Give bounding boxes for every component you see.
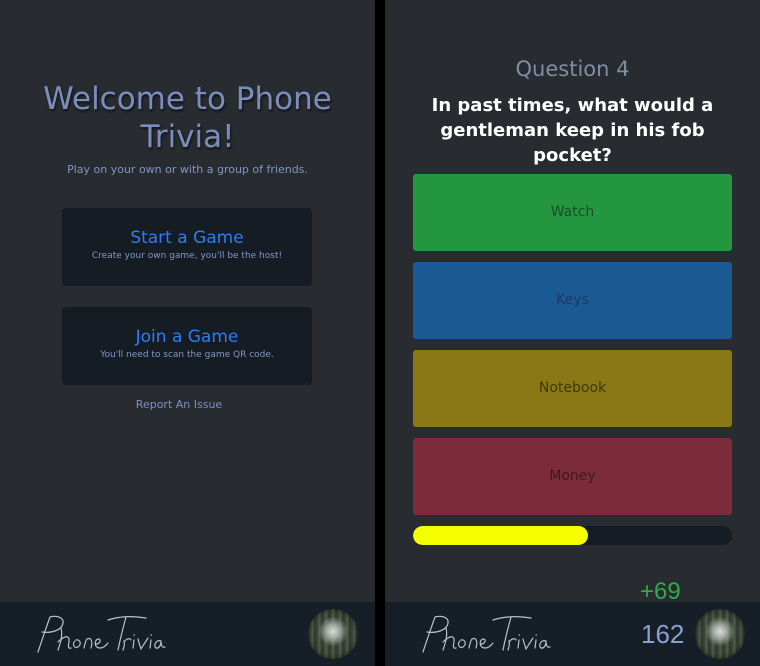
phone-trivia-logo <box>37 615 166 653</box>
footer-bar <box>0 602 375 666</box>
start-game-button[interactable]: Start a Game Create your own game, you'l… <box>62 208 312 286</box>
join-game-label: Join a Game <box>135 327 239 347</box>
page-subtitle: Play on your own or with a group of frie… <box>67 163 308 176</box>
report-issue-link[interactable]: Report An Issue <box>0 398 358 411</box>
score-total: 162 <box>641 619 685 649</box>
forest-avatar-icon[interactable] <box>308 609 358 659</box>
join-game-button[interactable]: Join a Game You'll need to scan the game… <box>62 307 312 385</box>
forest-avatar-icon[interactable] <box>695 609 745 659</box>
start-game-label: Start a Game <box>130 228 244 248</box>
question-screen: Question 4 In past times, what would a g… <box>385 0 760 666</box>
phone-trivia-logo <box>422 615 551 653</box>
join-game-description: You'll need to scan the game QR code. <box>100 350 274 360</box>
answer-button-notebook[interactable]: Notebook <box>413 350 732 427</box>
question-number: Question 4 <box>515 57 630 81</box>
answer-button-money[interactable]: Money <box>413 438 732 515</box>
answer-button-keys[interactable]: Keys <box>413 262 732 339</box>
footer-bar: 162 <box>385 602 760 666</box>
home-screen: Welcome to Phone Trivia! Play on your ow… <box>0 0 375 666</box>
page-title: Welcome to Phone Trivia! <box>43 81 332 155</box>
timer-progress-fill <box>413 526 589 545</box>
answer-button-watch[interactable]: Watch <box>413 174 732 251</box>
start-game-description: Create your own game, you'll be the host… <box>91 251 283 261</box>
question-text: In past times, what would a gentleman ke… <box>431 95 714 166</box>
timer-progress-track <box>413 526 732 545</box>
